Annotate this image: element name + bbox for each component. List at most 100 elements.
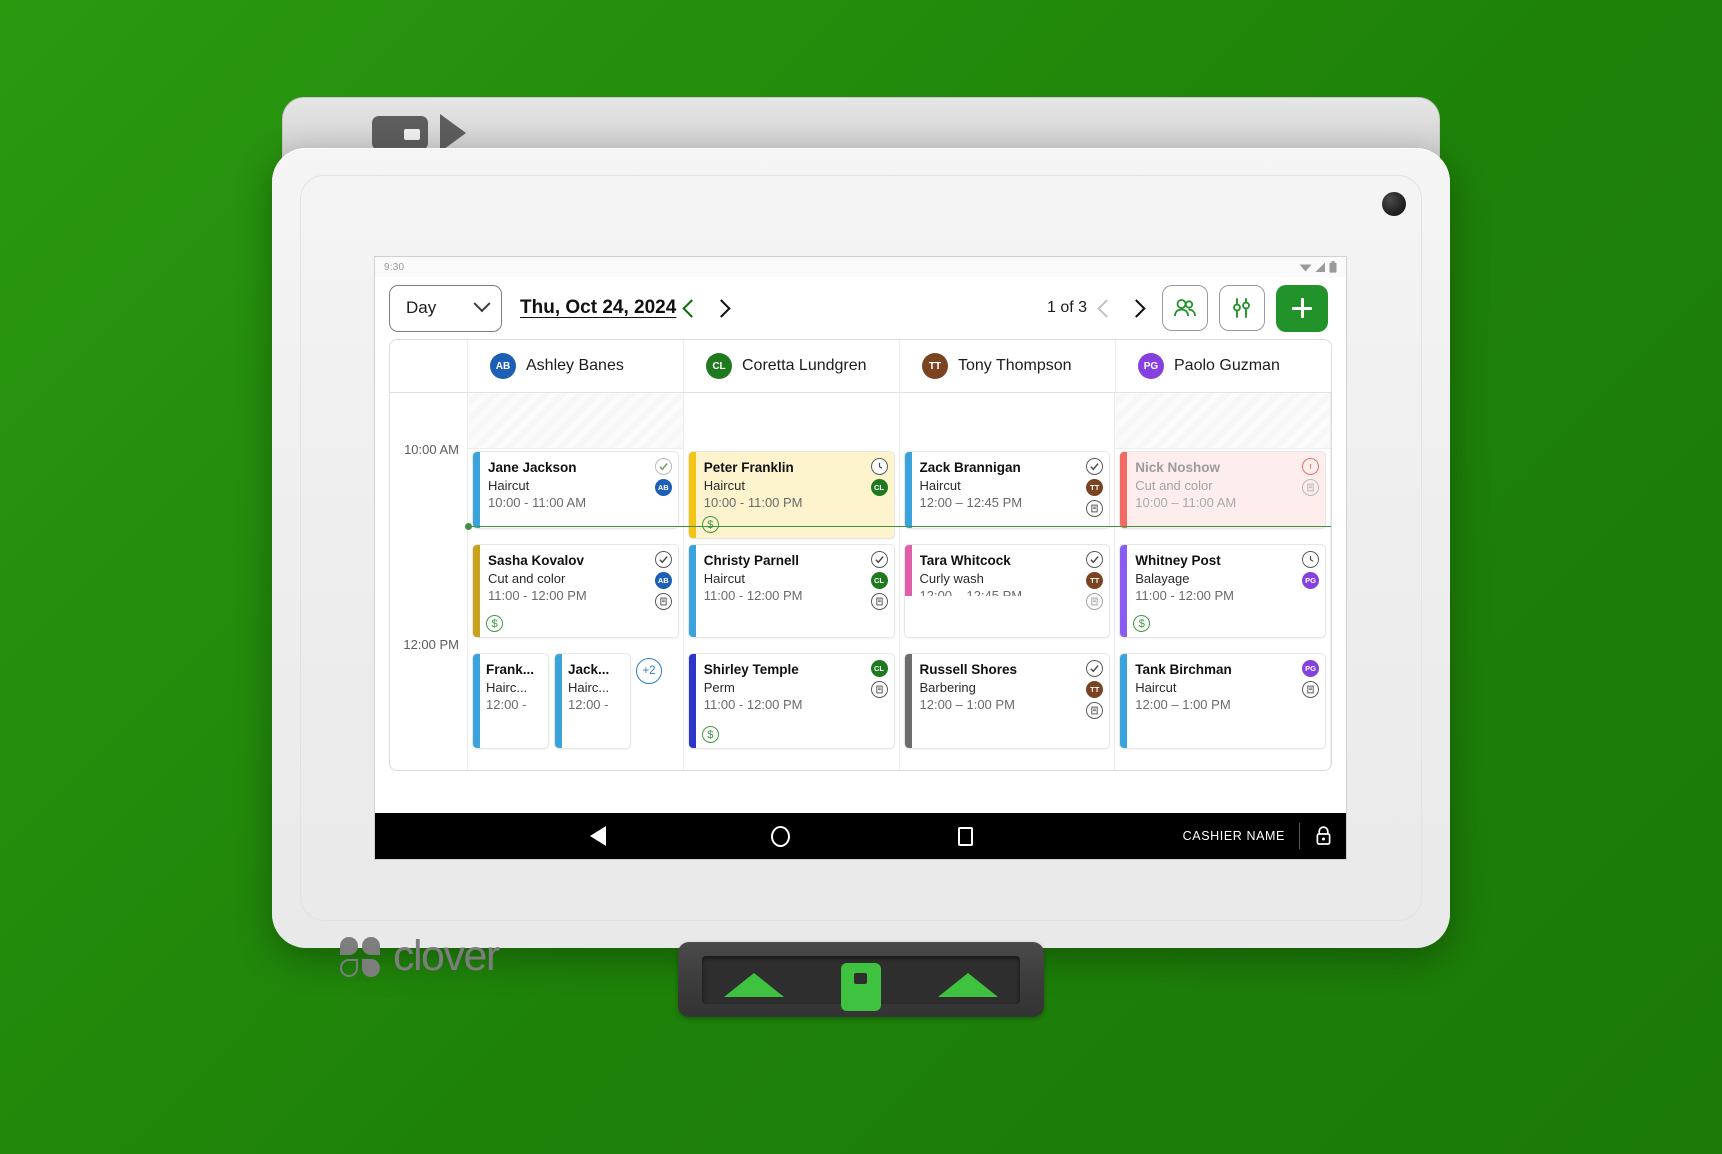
assigned-staff-badge: AB [654,479,672,496]
staff-column-header-paolo-guzman[interactable]: PG Paolo Guzman [1116,340,1331,392]
android-status-bar: 9:30 [375,257,1346,277]
appointment-card[interactable]: Russell Shores Barbering 12:00 – 1:00 PM… [903,653,1111,749]
appointment-badges: CL [870,660,888,698]
appointment-time: 11:00 - 12:00 PM [703,697,803,713]
card-reader-icon [678,942,1044,1017]
previous-day-button[interactable] [676,290,706,326]
appointment-customer-name: Peter Franklin [703,460,794,475]
signal-icon [1315,262,1325,272]
appointment-badges: AB [654,551,672,610]
staff-column-coretta-lundgren: Peter Franklin Haircut 10:00 - 11:00 PM … [684,393,900,770]
appointment-service: Haircut [1135,679,1177,695]
current-time-indicator [465,523,1331,530]
view-mode-value: Day [406,298,437,317]
unavailable-block [468,393,683,449]
unavailable-block [1115,393,1330,449]
home-circle-icon [771,825,790,847]
add-appointment-button[interactable] [1276,284,1328,332]
check-circle-icon [1086,660,1104,677]
appointment-badges: TT [1086,551,1104,610]
appointment-card[interactable]: Tank Birchman Haircut 12:00 – 1:00 PM PG [1119,653,1326,749]
appointment-card[interactable]: Zack Brannigan Haircut 12:00 – 12:45 PM … [903,451,1111,529]
appointment-badges: PG [1302,551,1319,589]
staff-column-header-tony-thompson[interactable]: TT Tony Thompson [900,340,1116,392]
appointment-card[interactable]: Jane Jackson Haircut 10:00 - 11:00 AM AB [472,451,679,529]
lock-button[interactable] [1300,826,1346,846]
appointment-service: Haircut [919,477,961,493]
appointment-card[interactable]: Christy Parnell Haircut 11:00 - 12:00 PM… [687,544,895,638]
appointment-color-bar [473,654,480,748]
payment-icon: $ [1133,615,1151,632]
appointment-color-bar [904,654,912,748]
staff-column-tony-thompson: Zack Brannigan Haircut 12:00 – 12:45 PM … [900,393,1116,770]
time-gutter-header [390,340,468,392]
appointment-time: 12:00 - [568,697,609,713]
current-date-label[interactable]: Thu, Oct 24, 2024 [520,297,676,319]
view-mode-select[interactable]: Day [389,284,502,332]
payment-icon: $ [701,726,719,743]
appointment-badges: ! [1302,458,1319,496]
people-icon [1174,299,1196,317]
assigned-staff-badge: PG [1302,660,1319,677]
nav-back-button[interactable] [590,826,606,846]
time-label-1200pm: 12:00 PM [403,637,459,652]
appointment-card[interactable]: Nick Noshow Cut and color 10:00 – 11:00 … [1119,451,1326,529]
appointment-card[interactable]: Tara Whitcock Curly wash 12:00 – 12:45 P… [903,544,1111,638]
note-icon [870,593,888,610]
staff-name: Paolo Guzman [1174,357,1280,374]
nav-recents-button[interactable] [958,826,973,846]
card-reader-slot [702,956,1020,1011]
clock-icon [870,458,888,475]
assigned-staff-badge: CL [870,479,888,496]
next-day-button[interactable] [706,290,736,326]
appointment-badges: CL [870,458,888,496]
sliders-icon [1233,298,1250,318]
check-circle-icon [870,551,888,568]
staff-page-prev-button[interactable] [1091,290,1121,326]
appointment-card[interactable]: Frank... Hairc... 12:00 - [472,653,549,749]
appointment-customer-name: Jane Jackson [488,460,577,475]
check-circle-icon [1086,458,1104,475]
appointment-badges: PG [1302,660,1319,698]
assigned-staff-badge: AB [654,572,672,589]
reader-card-icon [841,963,881,1011]
staff-column-header-coretta-lundgren[interactable]: CL Coretta Lundgren [684,340,900,392]
appointment-card[interactable]: Sasha Kovalov Cut and color 11:00 - 12:0… [472,544,679,638]
paper-feed-arrow-icon [440,114,466,152]
more-appointments-badge[interactable]: +2 [636,658,662,684]
nav-home-button[interactable] [771,825,790,847]
check-circle-icon [654,551,672,568]
status-clock: 9:30 [384,261,405,273]
appointment-card[interactable]: Shirley Temple Perm 11:00 - 12:00 PM $ C… [687,653,895,749]
appointment-time: 11:00 - 12:00 PM [488,588,587,604]
staff-name: Ashley Banes [526,357,624,374]
appointment-service: Haircut [703,477,745,493]
appointment-customer-name: Tank Birchman [1135,662,1232,677]
appointment-badges: CL [870,551,888,610]
appointment-time: 10:00 – 11:00 AM [1135,495,1237,511]
staff-filter-button[interactable] [1162,285,1208,331]
time-label-1000am: 10:00 AM [404,442,459,457]
appointment-badges: TT [1086,660,1104,719]
lock-icon [1316,826,1330,845]
reader-arrow-left-icon [724,973,784,997]
staff-column-header-ashley-banes[interactable]: AB Ashley Banes [468,340,684,392]
appointment-color-bar [1120,452,1128,528]
appointment-service: Hairc... [568,679,610,695]
appointment-time: 12:00 - [486,697,527,713]
android-nav-bar: CASHIER NAME [375,813,1346,859]
appointment-service: Curly wash [919,570,984,586]
appointment-color-bar [1120,654,1128,748]
staff-header-row: AB Ashley Banes CL Coretta Lundgren TT T… [390,340,1331,393]
assigned-staff-badge: CL [870,572,888,589]
appointment-color-bar [688,545,696,637]
battery-icon [1329,261,1337,273]
appointment-card[interactable]: Whitney Post Balayage 11:00 - 12:00 PM $… [1119,544,1326,638]
appointment-card[interactable]: Jack... Hairc... 12:00 - [554,653,631,749]
staff-page-next-button[interactable] [1121,290,1151,326]
appointment-service: Cut and color [1135,477,1213,493]
assigned-staff-badge: CL [870,660,888,677]
avatar: PG [1138,353,1164,379]
appointment-customer-name: Jack... [568,662,610,677]
calendar-settings-button[interactable] [1219,285,1265,331]
